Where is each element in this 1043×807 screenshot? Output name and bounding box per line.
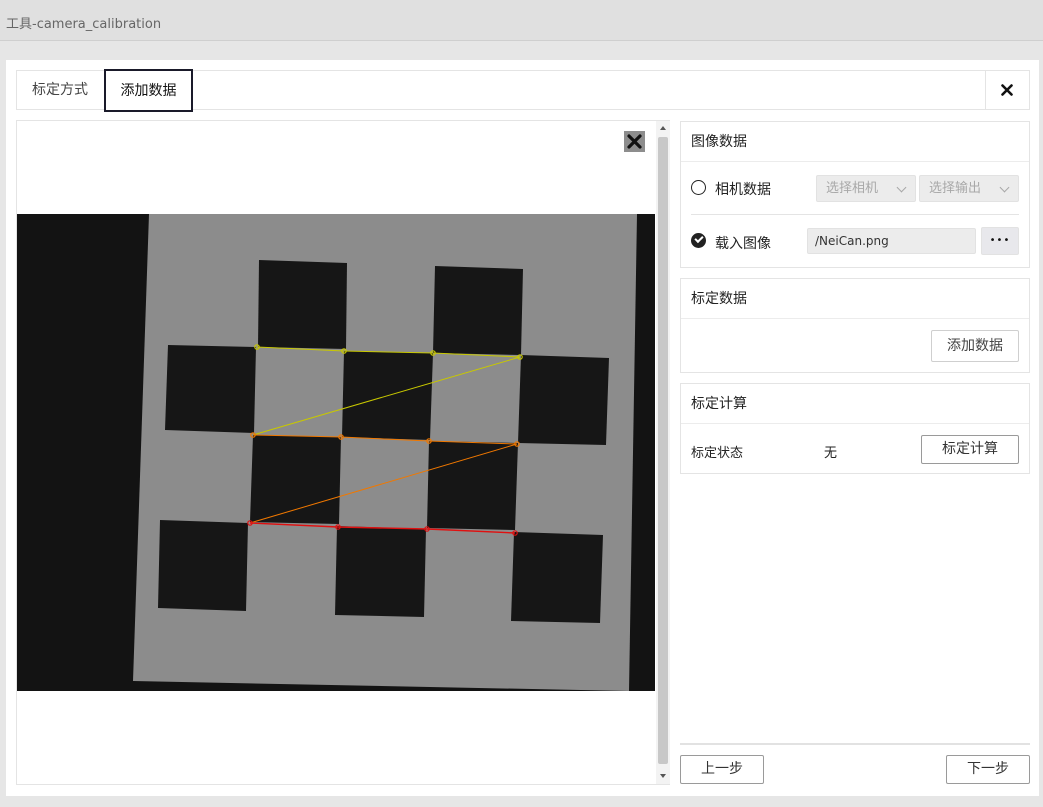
select-output-dropdown[interactable]: 选择输出 [919, 175, 1019, 202]
load-image-radio[interactable] [691, 233, 706, 248]
window-title: 工具-camera_calibration [6, 17, 162, 32]
load-image-label: 载入图像 [715, 236, 771, 252]
calibration-image [17, 214, 655, 691]
more-icon: ••• [989, 235, 1011, 246]
chevron-down-icon [896, 182, 907, 193]
close-icon [1001, 84, 1013, 96]
checkerboard-image [17, 214, 655, 691]
add-data-button[interactable]: 添加数据 [931, 330, 1019, 362]
title-bar: 工具-camera_calibration [0, 0, 1043, 41]
prev-step-button[interactable]: 上一步 [680, 755, 764, 784]
scrollbar-thumb[interactable] [658, 137, 668, 764]
calib-compute-card: 标定计算 标定状态 无 标定计算 [680, 383, 1030, 474]
select-output-placeholder: 选择输出 [929, 181, 982, 196]
clear-image-button[interactable] [624, 131, 645, 152]
close-dialog-button[interactable] [985, 71, 1029, 109]
select-camera-placeholder: 选择相机 [826, 181, 879, 196]
tab-bar: 标定方式 添加数据 [16, 69, 1030, 112]
footer-divider [680, 743, 1030, 745]
tab-add-data[interactable]: 添加数据 [104, 69, 193, 112]
scroll-down-arrow-icon[interactable] [656, 771, 670, 781]
browse-button[interactable]: ••• [981, 227, 1019, 255]
divider [691, 214, 1019, 215]
close-icon [627, 134, 642, 149]
calib-data-header: 标定数据 [681, 279, 1029, 319]
tab-calib-method[interactable]: 标定方式 [17, 71, 103, 109]
calib-status-label: 标定状态 [691, 446, 744, 461]
camera-data-radio[interactable] [691, 180, 706, 195]
image-scrollbar[interactable] [656, 121, 670, 784]
scroll-up-arrow-icon[interactable] [656, 123, 670, 133]
calib-data-card: 标定数据 添加数据 [680, 278, 1030, 373]
select-camera-dropdown[interactable]: 选择相机 [816, 175, 916, 202]
next-step-button[interactable]: 下一步 [946, 755, 1030, 784]
image-data-card: 图像数据 相机数据 选择相机 选择输出 载入图像 /NeiCan.png ••• [680, 121, 1030, 268]
camera-data-label: 相机数据 [715, 182, 771, 198]
calib-status-value: 无 [824, 446, 838, 461]
calib-compute-button[interactable]: 标定计算 [921, 435, 1019, 464]
image-preview-pane [16, 120, 670, 785]
image-path-field[interactable]: /NeiCan.png [807, 228, 976, 254]
image-data-header: 图像数据 [681, 122, 1029, 162]
calib-compute-header: 标定计算 [681, 384, 1029, 424]
chevron-down-icon [999, 182, 1010, 193]
